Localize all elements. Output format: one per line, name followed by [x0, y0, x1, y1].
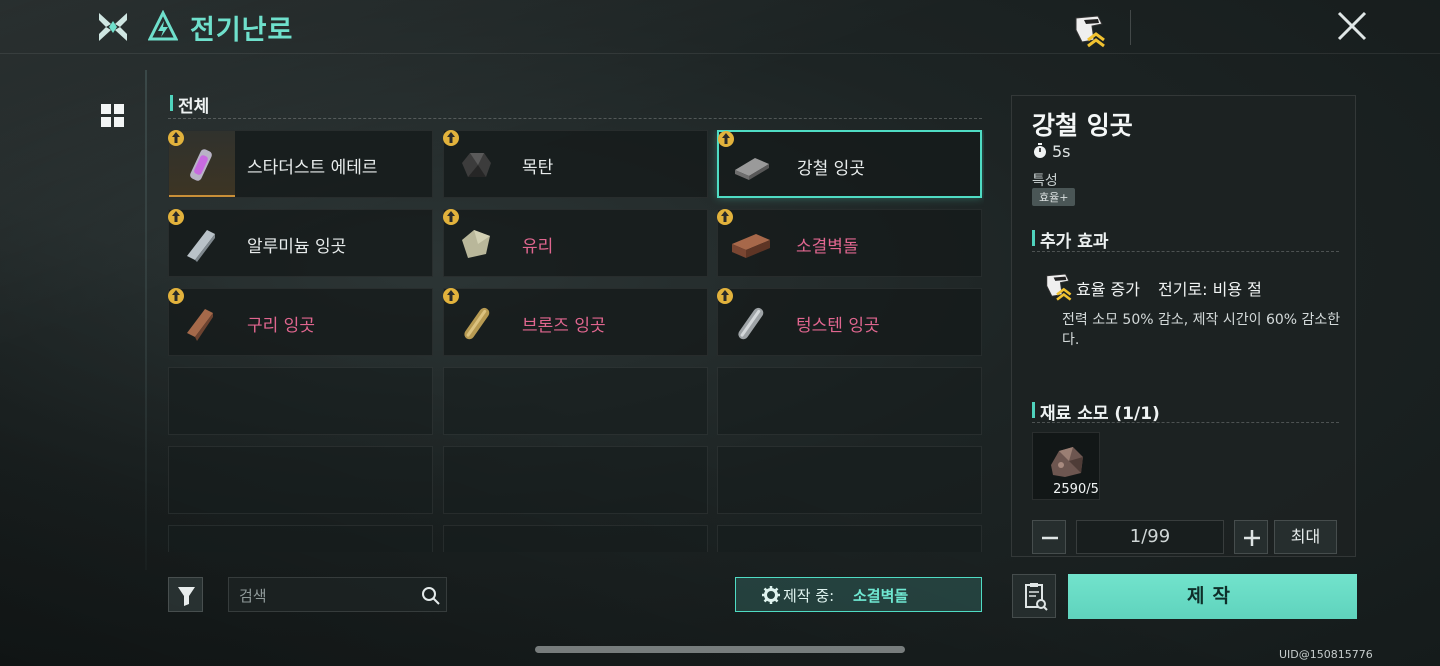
- charcoal-icon: [462, 153, 491, 177]
- detail-panel: 강철 잉곳 5s 특성 효율+ 추가 효과 효율 증가 전기로: 비용 절 전력…: [1011, 95, 1356, 557]
- empty-slot: [168, 367, 433, 435]
- empty-slot: [717, 446, 982, 514]
- page-title: 전기난로: [190, 15, 294, 46]
- recipe-name: 강철 잉곳: [797, 159, 865, 179]
- recipe-name: 텅스텐 잉곳: [796, 316, 880, 336]
- recipe-card-steel-ingot[interactable]: 강철 잉곳: [717, 130, 982, 198]
- detail-title: 강철 잉곳: [1032, 111, 1133, 140]
- steel-ingot-icon: [735, 158, 769, 180]
- recipe-card-charcoal[interactable]: 목탄: [443, 130, 708, 198]
- top-divider: [1130, 10, 1131, 45]
- recipe-name: 소결벽돌: [796, 237, 859, 257]
- gear-icon: [762, 586, 780, 604]
- effect-divider: [1032, 251, 1339, 252]
- helmet-rank-icon: [1046, 273, 1072, 301]
- craft-time: 5s: [1052, 142, 1071, 161]
- decrease-button[interactable]: [1032, 520, 1066, 554]
- search-box: [228, 577, 447, 612]
- recipe-name: 유리: [522, 237, 554, 257]
- upgrade-badge-icon: [717, 288, 733, 304]
- grid-view-icon[interactable]: [101, 104, 125, 128]
- crafting-status-value: 소결벽돌: [853, 587, 909, 605]
- empty-slot: [443, 525, 708, 552]
- filter-button[interactable]: [168, 577, 203, 612]
- plus-icon: [1244, 530, 1260, 546]
- empty-slot: [717, 525, 982, 552]
- recipe-card-copper-ingot[interactable]: 구리 잉곳: [168, 288, 433, 356]
- side-rail: [145, 70, 147, 570]
- craft-button[interactable]: 제작: [1068, 574, 1357, 619]
- effect-section-title: 추가 효과: [1031, 227, 1108, 252]
- filter-icon: [178, 587, 195, 606]
- crafting-status-button[interactable]: 제작 중: 소결벽돌: [735, 577, 982, 612]
- upgrade-badge-icon: [168, 288, 184, 304]
- quantity-field[interactable]: 1/99: [1076, 520, 1224, 554]
- effect-description: 전력 소모 50% 감소, 제작 시간이 60% 감소한다.: [1062, 312, 1341, 348]
- upgrade-badge-icon: [717, 209, 733, 225]
- recipe-info-button[interactable]: [1012, 574, 1056, 618]
- recipe-card-aluminum-ingot[interactable]: 알루미늄 잉곳: [168, 209, 433, 277]
- aluminum-ingot-icon: [187, 230, 215, 262]
- game-logo-icon: [99, 13, 127, 41]
- brick-icon: [732, 234, 770, 258]
- electric-furnace-icon: [148, 10, 178, 41]
- ether-vial-icon: [190, 149, 212, 181]
- upgrade-badge-icon: [718, 131, 734, 147]
- empty-slot: [168, 525, 433, 552]
- minus-icon: [1042, 536, 1058, 540]
- recipe-name: 알루미늄 잉곳: [247, 237, 347, 257]
- upgrade-badge-icon: [443, 209, 459, 225]
- upgrade-badge-icon: [443, 130, 459, 146]
- search-icon[interactable]: [421, 586, 441, 606]
- top-bar: 전기난로: [0, 0, 1440, 54]
- upgrade-badge-icon: [168, 130, 184, 146]
- recipe-name: 목탄: [522, 158, 554, 178]
- effect-name: 효율 증가: [1076, 280, 1140, 299]
- recipe-name: 브론즈 잉곳: [522, 316, 606, 336]
- material-divider: [1032, 422, 1339, 423]
- material-section-title: 재료 소모 (1/1): [1032, 399, 1160, 424]
- max-button[interactable]: 최대: [1274, 520, 1337, 554]
- search-input[interactable]: [239, 585, 409, 607]
- recipe-name: 스타더스트 에테르: [247, 158, 378, 178]
- category-divider: [168, 118, 982, 119]
- close-icon[interactable]: [1334, 8, 1370, 44]
- home-indicator[interactable]: [535, 646, 905, 653]
- material-slot[interactable]: 2590/5: [1032, 432, 1100, 500]
- empty-slot: [443, 446, 708, 514]
- empty-slot: [443, 367, 708, 435]
- recipe-card-tungsten-ingot[interactable]: 텅스텐 잉곳: [717, 288, 982, 356]
- recipe-list: 스타더스트 에테르 목탄 강철 잉곳 알루미늄 잉곳 유리 소결벽돌 구리 잉곳…: [168, 130, 984, 552]
- empty-slot: [717, 367, 982, 435]
- bronze-ingot-icon: [464, 307, 490, 340]
- glass-icon: [462, 230, 490, 258]
- trait-tag: 효율+: [1032, 188, 1076, 206]
- upgrade-badge-icon: [168, 209, 184, 225]
- tungsten-ingot-icon: [738, 307, 764, 340]
- trait-label: 특성: [1032, 173, 1058, 189]
- helmet-rank-icon[interactable]: [1068, 10, 1108, 50]
- recipe-card-glass[interactable]: 유리: [443, 209, 708, 277]
- upgrade-badge-icon: [443, 288, 459, 304]
- ore-icon: [1051, 447, 1083, 477]
- increase-button[interactable]: [1234, 520, 1268, 554]
- material-count: 2590/5: [1053, 482, 1099, 497]
- timer-icon: [1034, 143, 1046, 158]
- recipe-card-sintered-brick[interactable]: 소결벽돌: [717, 209, 982, 277]
- user-id: UID@150815776: [1279, 648, 1373, 661]
- copper-ingot-icon: [187, 309, 213, 341]
- recipe-card-stardust-ether[interactable]: 스타더스트 에테르: [168, 130, 433, 198]
- empty-slot: [168, 446, 433, 514]
- effect-source: 전기로: 비용 절: [1158, 280, 1262, 299]
- recipe-name: 구리 잉곳: [247, 316, 315, 336]
- category-label: 전체: [169, 92, 209, 117]
- recipe-card-bronze-ingot[interactable]: 브론즈 잉곳: [443, 288, 708, 356]
- crafting-status-label: 제작 중:: [783, 587, 835, 605]
- clipboard-search-icon: [1025, 583, 1048, 611]
